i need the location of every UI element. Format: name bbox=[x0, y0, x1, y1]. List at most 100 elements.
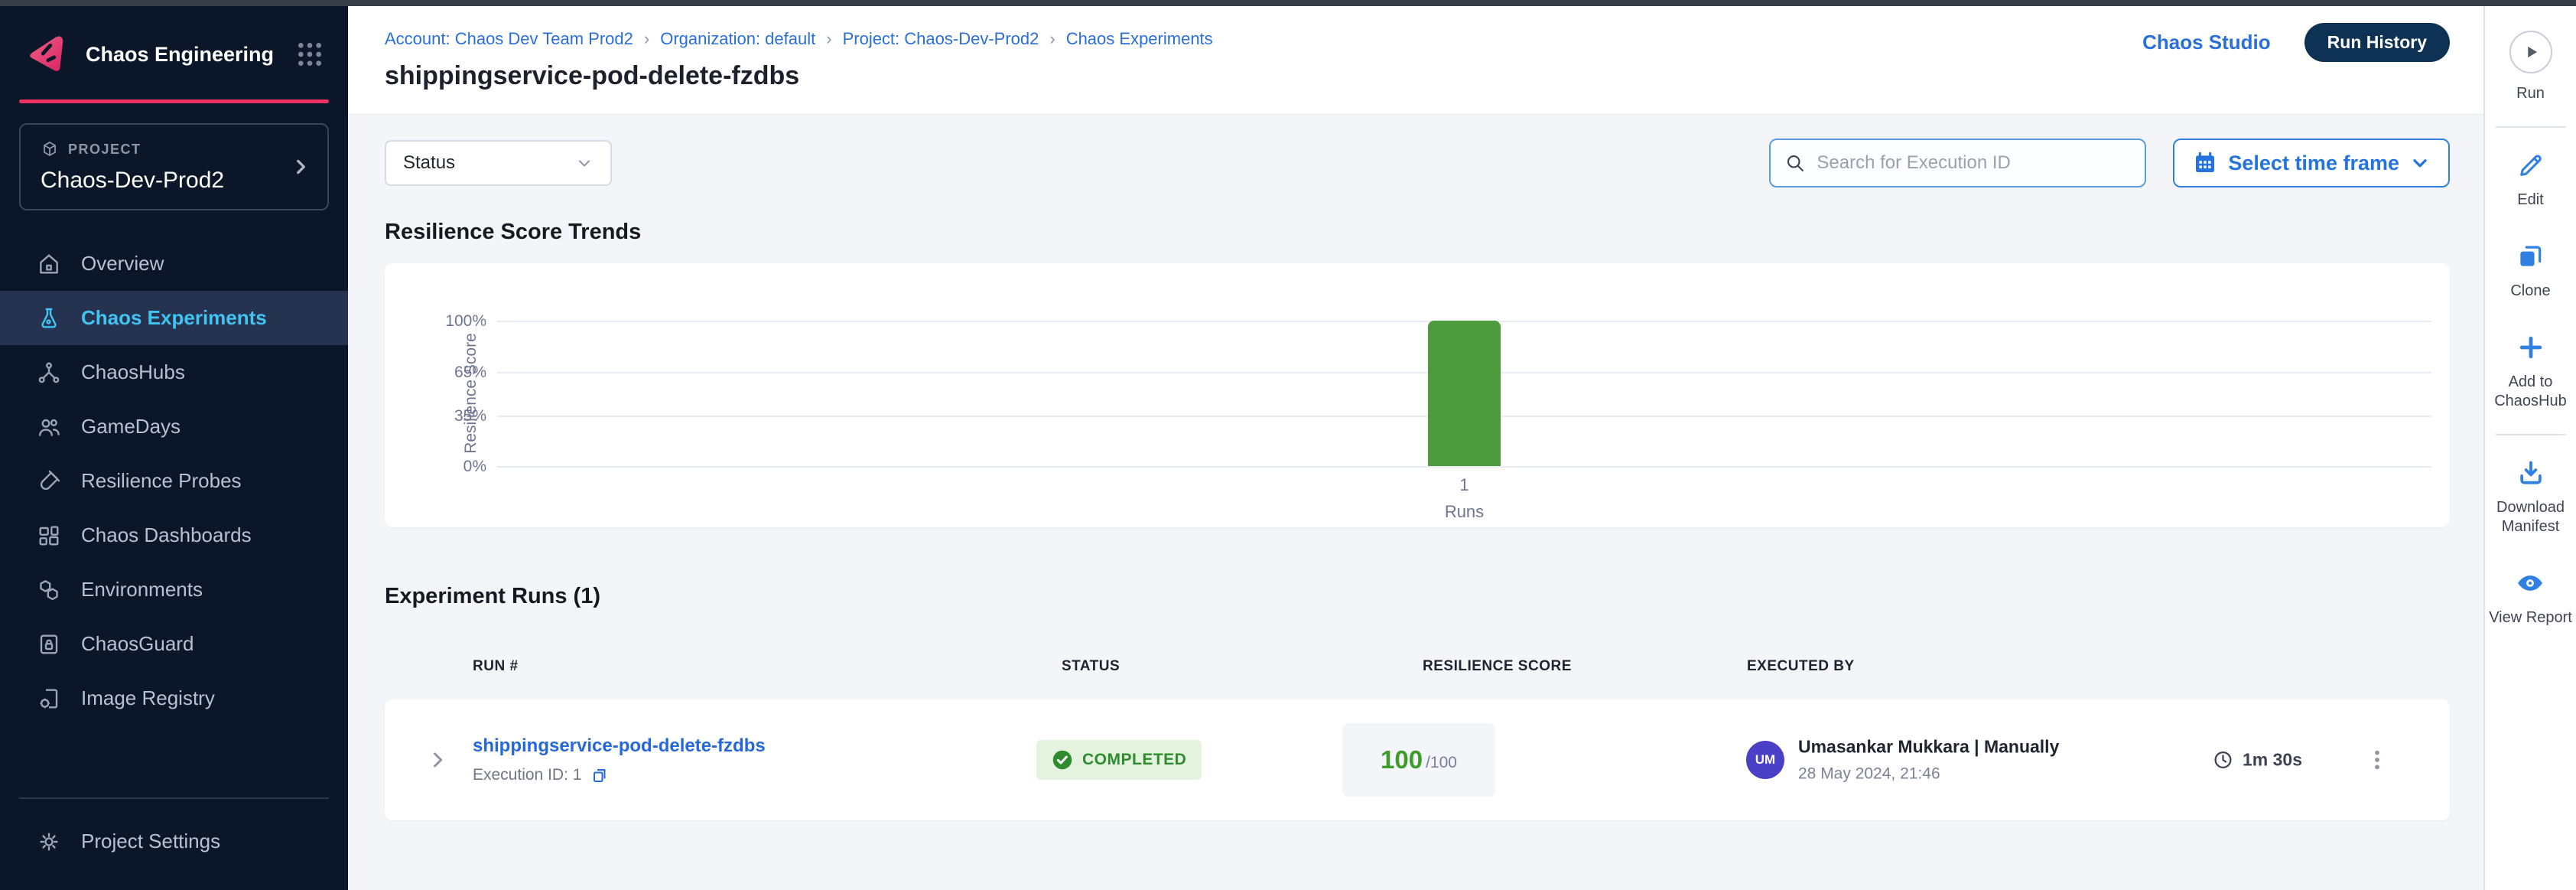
chart-ytick-label: 65% bbox=[454, 363, 486, 382]
chart-xticks: 1 bbox=[497, 475, 2431, 495]
app-window: Chaos Engineering PROJECT Chaos-Dev-Prod… bbox=[0, 0, 2576, 890]
duration: 1m 30s bbox=[2213, 750, 2302, 771]
pencil-icon bbox=[2516, 151, 2545, 180]
executor-name: Umasankar Mukkara | Manually bbox=[1798, 737, 2059, 758]
cube-icon bbox=[41, 140, 59, 158]
gear-icon bbox=[37, 830, 61, 854]
chart-xtick-label: 1 bbox=[1428, 475, 1501, 495]
executed-by-block: Umasankar Mukkara | Manually 28 May 2024… bbox=[1798, 737, 2059, 784]
right-action-rail: Run Edit Clone Add to ChaosHub Download … bbox=[2483, 0, 2576, 890]
chevron-down-icon bbox=[575, 154, 594, 172]
sidebar-item-chaos-experiments[interactable]: Chaos Experiments bbox=[0, 291, 348, 345]
sidebar-divider bbox=[19, 797, 329, 799]
chaos-studio-link[interactable]: Chaos Studio bbox=[2142, 31, 2271, 54]
sidebar-item-resilience-probes[interactable]: Resilience Probes bbox=[0, 454, 348, 508]
sidebar-item-gamedays[interactable]: GameDays bbox=[0, 399, 348, 454]
module-grid-icon[interactable] bbox=[294, 39, 325, 70]
chart-bars bbox=[497, 321, 2431, 466]
chart-ytick-label: 35% bbox=[454, 407, 486, 425]
run-name-link[interactable]: shippingservice-pod-delete-fzdbs bbox=[473, 735, 766, 757]
run-history-button[interactable]: Run History bbox=[2304, 23, 2450, 62]
top-strip bbox=[0, 0, 2576, 6]
sidebar-item-label: Resilience Probes bbox=[81, 469, 242, 493]
brand-underline bbox=[19, 99, 329, 103]
chart-heading: Resilience Score Trends bbox=[385, 220, 2450, 245]
sidebar-item-chaosguard[interactable]: ChaosGuard bbox=[0, 617, 348, 671]
chevron-right-icon bbox=[291, 157, 311, 177]
sidebar-item-label: ChaosGuard bbox=[81, 632, 194, 656]
breadcrumb-account[interactable]: Account: Chaos Dev Team Prod2 bbox=[385, 29, 633, 49]
registry-icon bbox=[37, 686, 61, 711]
execution-date: 28 May 2024, 21:46 bbox=[1798, 765, 2059, 784]
toolbar: Status Select time frame bbox=[385, 139, 2450, 187]
sidebar-item-image-registry[interactable]: Image Registry bbox=[0, 671, 348, 725]
sidebar-item-label: GameDays bbox=[81, 415, 181, 438]
run-info: shippingservice-pod-delete-fzdbs Executi… bbox=[473, 735, 766, 784]
breadcrumb-separator: › bbox=[1049, 29, 1055, 49]
content-area: Status Select time frame Resilien bbox=[348, 115, 2483, 890]
home-icon bbox=[37, 252, 61, 276]
view-report-label: View Report bbox=[2489, 608, 2572, 628]
edit-action-label: Edit bbox=[2517, 191, 2543, 210]
breadcrumb-organization[interactable]: Organization: default bbox=[660, 29, 815, 49]
chart-x-axis-title: Runs bbox=[497, 502, 2431, 522]
clone-action[interactable]: Clone bbox=[2510, 242, 2550, 301]
rail-divider bbox=[2496, 434, 2566, 435]
rail-divider bbox=[2496, 126, 2566, 128]
breadcrumb-separator: › bbox=[826, 29, 831, 49]
flask-icon bbox=[37, 306, 61, 331]
lock-card-icon bbox=[37, 632, 61, 657]
execution-id-line: Execution ID: 1 bbox=[473, 766, 766, 784]
plus-icon bbox=[2516, 333, 2545, 362]
breadcrumb-project[interactable]: Project: Chaos-Dev-Prod2 bbox=[843, 29, 1039, 49]
status-filter-dropdown[interactable]: Status bbox=[385, 140, 612, 186]
project-name: Chaos-Dev-Prod2 bbox=[41, 168, 307, 194]
product-title: Chaos Engineering bbox=[86, 43, 279, 67]
column-resilience-score: RESILIENCE SCORE bbox=[1423, 658, 1572, 675]
calendar-icon bbox=[2193, 151, 2217, 175]
main-column: Account: Chaos Dev Team Prod2 › Organiza… bbox=[348, 0, 2483, 890]
sidebar-item-label: Image Registry bbox=[81, 686, 215, 710]
chart-gridline: 0% bbox=[497, 466, 2431, 468]
project-label-row: PROJECT bbox=[41, 140, 307, 158]
copy-icon[interactable] bbox=[590, 766, 609, 784]
run-action[interactable]: Run bbox=[2509, 31, 2552, 103]
score-total: /100 bbox=[1426, 754, 1457, 772]
breadcrumb: Account: Chaos Dev Team Prod2 › Organiza… bbox=[385, 29, 2450, 49]
column-run: RUN # bbox=[473, 658, 519, 675]
edit-action[interactable]: Edit bbox=[2516, 151, 2545, 210]
environments-icon bbox=[37, 578, 61, 602]
sidebar-item-project-settings[interactable]: Project Settings bbox=[0, 814, 348, 869]
clone-action-label: Clone bbox=[2510, 282, 2550, 301]
download-manifest-action[interactable]: Download Manifest bbox=[2488, 458, 2574, 536]
breadcrumb-chaos-experiments[interactable]: Chaos Experiments bbox=[1066, 29, 1213, 49]
view-report-action[interactable]: View Report bbox=[2489, 569, 2572, 628]
run-table-row[interactable]: shippingservice-pod-delete-fzdbs Executi… bbox=[385, 699, 2450, 820]
sidebar: Chaos Engineering PROJECT Chaos-Dev-Prod… bbox=[0, 0, 348, 890]
clone-icon bbox=[2516, 242, 2545, 271]
sidebar-nav: Overview Chaos Experiments ChaosHubs Gam… bbox=[0, 236, 348, 725]
project-selector[interactable]: PROJECT Chaos-Dev-Prod2 bbox=[19, 123, 329, 210]
add-to-chaoshub-action[interactable]: Add to ChaosHub bbox=[2488, 333, 2574, 411]
search-icon bbox=[1784, 152, 1806, 174]
sidebar-item-chaoshubs[interactable]: ChaosHubs bbox=[0, 345, 348, 399]
chaos-engineering-logo-icon bbox=[23, 31, 70, 78]
sidebar-item-environments[interactable]: Environments bbox=[0, 562, 348, 617]
run-action-label: Run bbox=[2516, 84, 2545, 103]
resilience-score-bar[interactable] bbox=[1428, 321, 1501, 466]
resilience-score-box: 100 /100 bbox=[1342, 723, 1495, 797]
timeframe-dropdown-button[interactable]: Select time frame bbox=[2173, 139, 2450, 187]
play-icon[interactable] bbox=[2509, 31, 2552, 73]
sidebar-item-overview[interactable]: Overview bbox=[0, 236, 348, 291]
project-label: PROJECT bbox=[68, 142, 141, 158]
column-executed-by: EXECUTED BY bbox=[1747, 658, 1855, 675]
sidebar-bottom: Project Settings bbox=[0, 797, 348, 890]
check-circle-icon bbox=[1052, 749, 1073, 771]
sidebar-item-label: Overview bbox=[81, 252, 164, 275]
sidebar-item-chaos-dashboards[interactable]: Chaos Dashboards bbox=[0, 508, 348, 562]
row-menu-kebab-icon[interactable] bbox=[2366, 747, 2389, 773]
breadcrumb-separator: › bbox=[644, 29, 649, 49]
expand-chevron-icon[interactable] bbox=[427, 749, 448, 771]
timeframe-label: Select time frame bbox=[2228, 152, 2399, 175]
search-input[interactable] bbox=[1817, 152, 2131, 174]
